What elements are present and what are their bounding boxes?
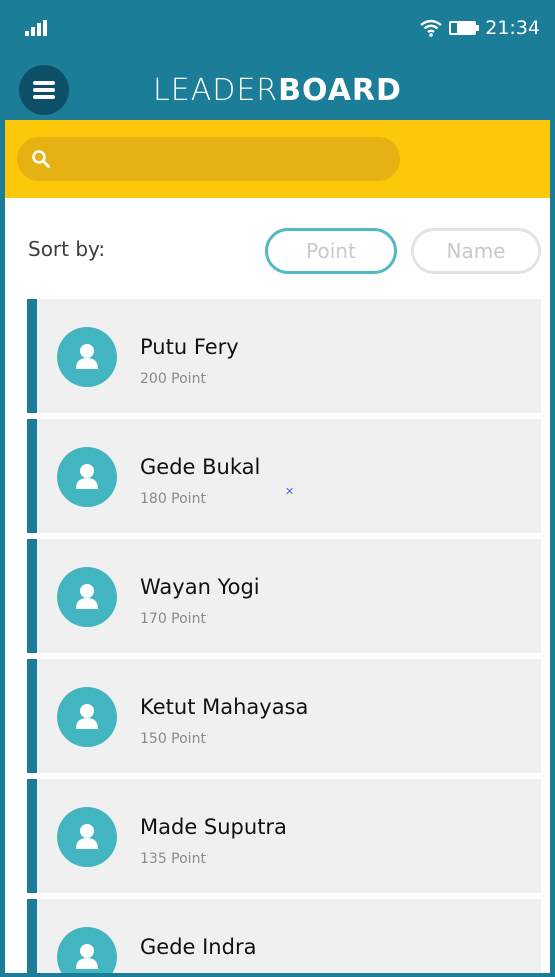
avatar xyxy=(57,807,117,867)
player-card[interactable]: Made Suputra 135 Point xyxy=(27,779,541,893)
avatar xyxy=(57,567,117,627)
user-icon xyxy=(76,344,98,369)
player-points: 170 Point xyxy=(140,611,206,627)
player-points: 200 Point xyxy=(140,371,206,387)
user-icon xyxy=(76,464,98,489)
player-name: Made Suputra xyxy=(140,815,287,839)
user-icon xyxy=(76,704,98,729)
page-title-bold: BOARD xyxy=(278,73,402,108)
sort-by-name-button[interactable]: Name xyxy=(411,228,541,274)
app-header: 21:34 LEADERBOARD xyxy=(5,0,550,120)
search-icon xyxy=(32,150,50,168)
player-name: Gede Indra xyxy=(140,935,257,959)
player-card[interactable]: Ketut Mahayasa 150 Point xyxy=(27,659,541,773)
status-time: 21:34 xyxy=(485,17,540,39)
avatar xyxy=(57,927,117,973)
avatar xyxy=(57,327,117,387)
page-title-light: LEADER xyxy=(153,73,279,108)
player-name: Putu Fery xyxy=(140,335,239,359)
user-icon xyxy=(76,824,98,849)
wifi-icon xyxy=(420,19,442,37)
search-input[interactable] xyxy=(17,137,400,181)
battery-icon xyxy=(449,21,480,35)
sort-label: Sort by: xyxy=(28,237,106,261)
search-bar xyxy=(5,120,550,198)
sort-by-point-button[interactable]: Point xyxy=(265,228,397,274)
player-points: 135 Point xyxy=(140,851,206,867)
avatar xyxy=(57,687,117,747)
user-icon xyxy=(76,584,98,609)
player-points: 180 Point xyxy=(140,491,206,507)
player-name: Gede Bukal xyxy=(140,455,261,479)
player-points: 150 Point xyxy=(140,731,206,747)
player-card[interactable]: Gede Indra xyxy=(27,899,541,973)
user-icon xyxy=(76,944,98,969)
player-card[interactable]: Gede Bukal 180 Point ✕ xyxy=(27,419,541,533)
player-card[interactable]: Putu Fery 200 Point xyxy=(27,299,541,413)
signal-icon xyxy=(25,20,47,36)
leaderboard-list: Putu Fery 200 Point Gede Bukal 180 Point… xyxy=(27,299,541,973)
close-icon: ✕ xyxy=(285,486,295,498)
app-screen: 21:34 LEADERBOARD Sort by: Point Name Pu… xyxy=(0,0,555,977)
player-name: Ketut Mahayasa xyxy=(140,695,309,719)
page-title: LEADERBOARD xyxy=(5,73,550,108)
player-name: Wayan Yogi xyxy=(140,575,260,599)
status-indicators: 21:34 xyxy=(419,15,540,41)
avatar xyxy=(57,447,117,507)
player-card[interactable]: Wayan Yogi 170 Point xyxy=(27,539,541,653)
